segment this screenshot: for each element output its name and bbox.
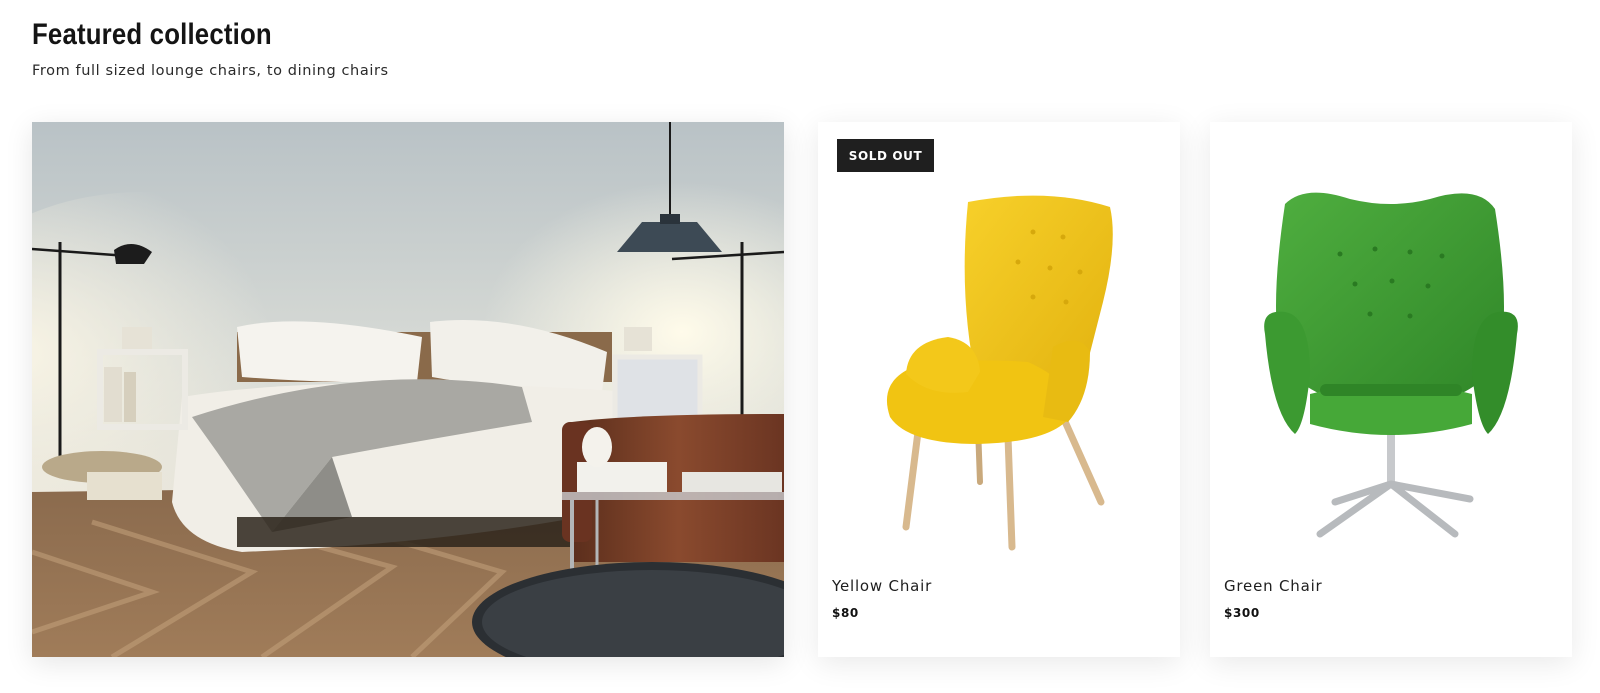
- product-price: $80: [832, 606, 859, 620]
- product-price: $300: [1224, 606, 1260, 620]
- yellow-armchair-icon: [886, 195, 1113, 551]
- bedroom-photo-icon: [32, 122, 784, 657]
- green-egg-chair-icon: [1264, 192, 1518, 538]
- product-image[interactable]: [1210, 184, 1572, 634]
- section-title: Featured collection: [32, 18, 272, 51]
- product-card[interactable]: Green Chair $300: [1210, 122, 1572, 657]
- product-image[interactable]: [818, 182, 1180, 632]
- sold-out-badge: SOLD OUT: [837, 139, 934, 172]
- product-name[interactable]: Green Chair: [1224, 577, 1323, 595]
- hero-bedroom-image[interactable]: [32, 122, 784, 657]
- section-subtitle: From full sized lounge chairs, to dining…: [32, 63, 389, 79]
- product-card[interactable]: SOLD OUT Yellow Chair $80: [818, 122, 1180, 657]
- product-name[interactable]: Yellow Chair: [832, 577, 932, 595]
